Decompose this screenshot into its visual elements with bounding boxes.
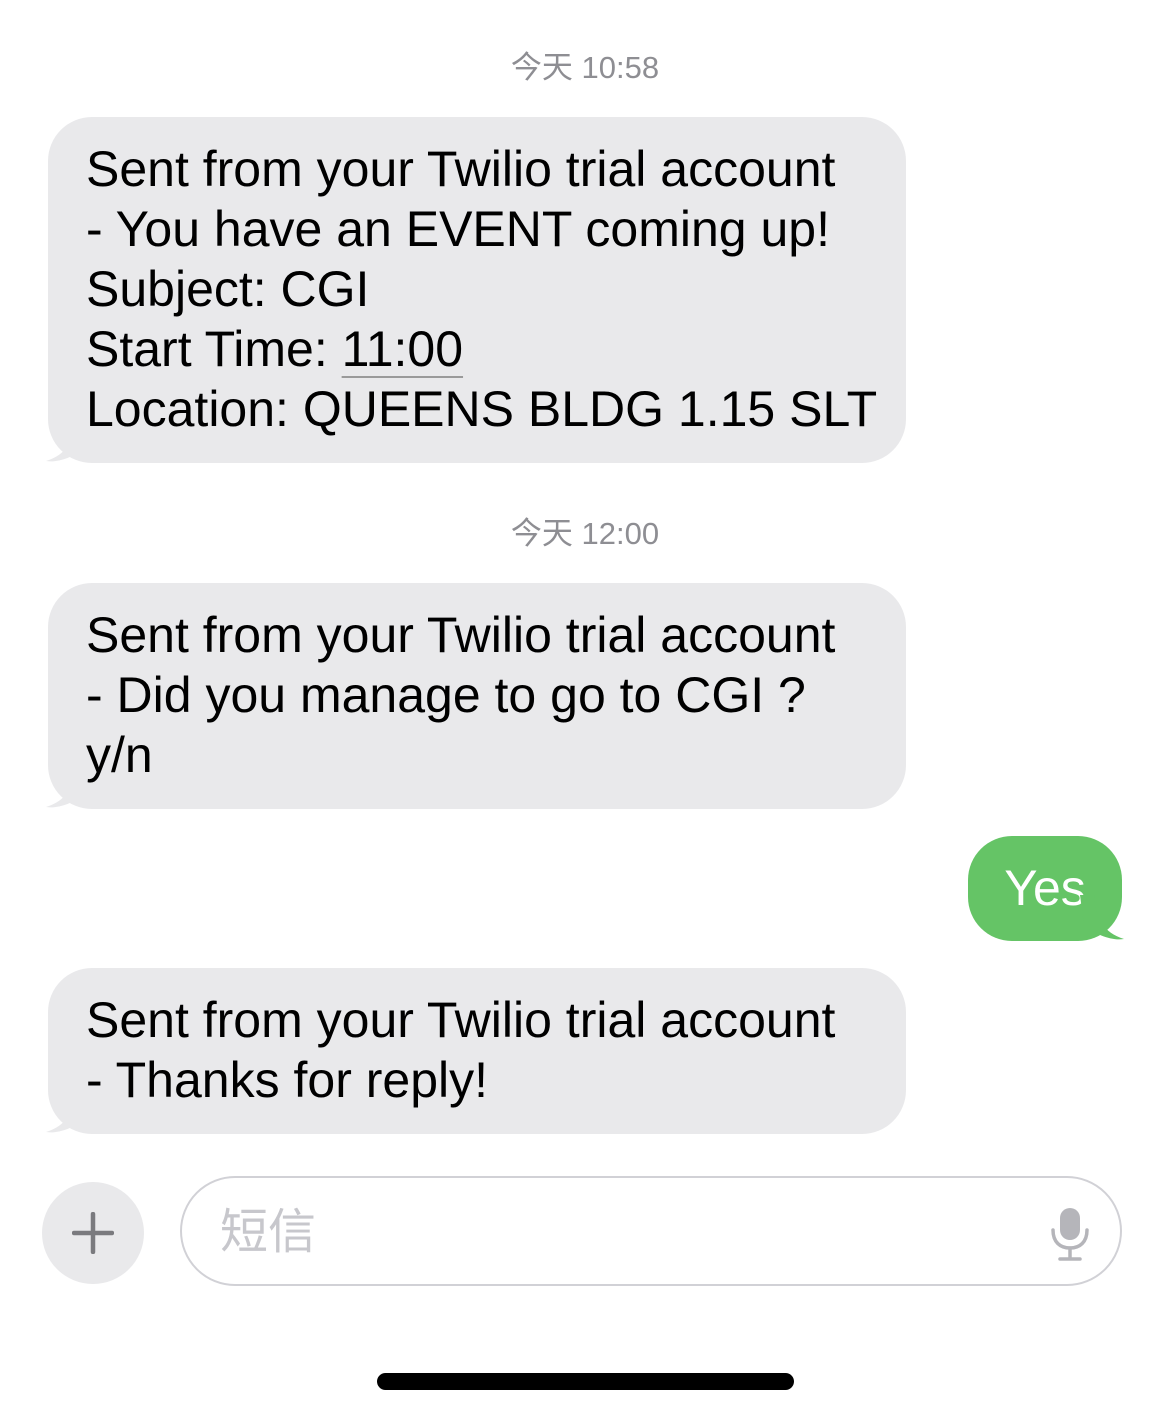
message-text-line: Subject: CGI [86, 261, 370, 317]
bubble-tail [46, 417, 90, 462]
message-text-line: Sent from your Twilio trial account [86, 607, 836, 663]
message-text-line: Sent from your Twilio trial account [86, 992, 836, 1048]
start-time-label: Start Time: [86, 321, 342, 377]
message-text-line: - You have an EVENT coming up! [86, 201, 830, 257]
message-text-line: Location: QUEENS BLDG 1.15 SLT [86, 381, 878, 437]
bubble-tail [46, 1088, 90, 1133]
incoming-message-bubble[interactable]: Sent from your Twilio trial account - Di… [46, 583, 906, 809]
message-input-placeholder: 短信 [220, 1204, 317, 1260]
incoming-message-bubble[interactable]: Sent from your Twilio trial account - Yo… [46, 117, 906, 463]
add-attachment-button[interactable] [42, 1182, 144, 1284]
start-time-link[interactable]: 11:00 [342, 321, 463, 377]
message-text-line: Start Time: 11:00 [86, 319, 876, 379]
message-text-line: y/n [86, 727, 153, 783]
message-text-line: - Did you manage to go to CGI ? [86, 667, 806, 723]
timestamp: 今天 10:58 [510, 50, 660, 85]
message-input[interactable]: 短信 [180, 1176, 1122, 1286]
home-indicator[interactable] [377, 1373, 794, 1390]
message-text-line: - Thanks for reply! [86, 1052, 489, 1108]
bubble-tail [1080, 895, 1124, 940]
timestamp: 今天 12:00 [510, 516, 660, 551]
incoming-message-bubble[interactable]: Sent from your Twilio trial account - Th… [46, 968, 906, 1134]
message-text: Yes [1004, 860, 1086, 916]
outgoing-message-bubble[interactable]: Yes [968, 836, 1124, 941]
plus-icon [72, 1212, 114, 1254]
microphone-icon[interactable] [1050, 1206, 1090, 1262]
bubble-tail [46, 763, 90, 808]
message-text-line: Sent from your Twilio trial account [86, 141, 836, 197]
